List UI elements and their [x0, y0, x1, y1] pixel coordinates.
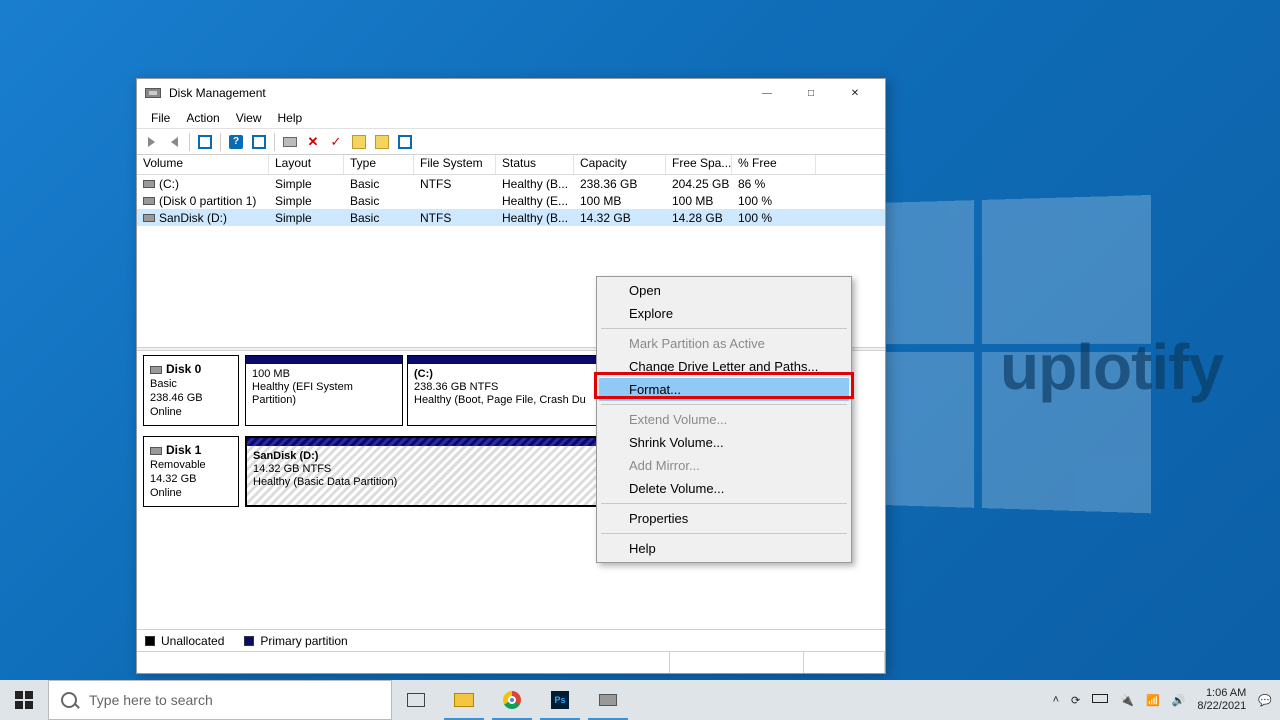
search-box[interactable]: Type here to search [48, 680, 392, 720]
search-icon [61, 692, 77, 708]
ctx-change-letter[interactable]: Change Drive Letter and Paths... [599, 355, 849, 378]
ctx-extend: Extend Volume... [599, 408, 849, 431]
col-capacity[interactable]: Capacity [574, 155, 666, 174]
col-volume[interactable]: Volume [137, 155, 269, 174]
taskbar-diskmgmt-icon[interactable] [584, 680, 632, 720]
col-layout[interactable]: Layout [269, 155, 344, 174]
menu-view[interactable]: View [228, 109, 270, 127]
tray-wifi-icon[interactable]: 📶 [1146, 694, 1160, 707]
ctx-format[interactable]: Format... [599, 378, 849, 401]
legend-primary: Primary partition [260, 634, 347, 648]
toolbar: ? ✕ ✓ [137, 129, 885, 155]
menu-action[interactable]: Action [178, 109, 227, 127]
tool-grid-icon[interactable] [249, 132, 269, 152]
forward-button[interactable] [164, 132, 184, 152]
partition[interactable]: 100 MBHealthy (EFI System Partition) [245, 355, 403, 426]
back-button[interactable] [141, 132, 161, 152]
ctx-properties[interactable]: Properties [599, 507, 849, 530]
col-fs[interactable]: File System [414, 155, 496, 174]
tool-drive-icon[interactable] [280, 132, 300, 152]
minimize-button[interactable]: — [745, 79, 789, 107]
menu-help[interactable]: Help [270, 109, 311, 127]
ctx-help[interactable]: Help [599, 537, 849, 560]
taskbar: Type here to search Ps ˄ ⟳ 🔌 📶 🔊 1:06 AM… [0, 680, 1280, 720]
col-type[interactable]: Type [344, 155, 414, 174]
table-row[interactable]: SanDisk (D:)SimpleBasicNTFSHealthy (B...… [137, 209, 885, 226]
context-menu: Open Explore Mark Partition as Active Ch… [596, 276, 852, 563]
menu-file[interactable]: File [143, 109, 178, 127]
ctx-mark-active: Mark Partition as Active [599, 332, 849, 355]
ctx-mirror: Add Mirror... [599, 454, 849, 477]
table-row[interactable]: (Disk 0 partition 1)SimpleBasicHealthy (… [137, 192, 885, 209]
app-icon [145, 88, 161, 98]
tool-refresh-icon[interactable] [195, 132, 215, 152]
col-pctfree[interactable]: % Free [732, 155, 816, 174]
tool-help-icon[interactable]: ? [226, 132, 246, 152]
window-title: Disk Management [169, 86, 266, 100]
taskbar-photoshop-icon[interactable]: Ps [536, 680, 584, 720]
task-view-icon[interactable] [392, 680, 440, 720]
legend-swatch-unallocated [145, 636, 155, 646]
tool-delete-icon[interactable]: ✕ [303, 132, 323, 152]
titlebar[interactable]: Disk Management — □ ✕ [137, 79, 885, 107]
tray-chevron-icon[interactable]: ˄ [1053, 694, 1059, 706]
close-button[interactable]: ✕ [833, 79, 877, 107]
tray-date: 8/22/2021 [1197, 700, 1246, 713]
tray-notifications-icon[interactable]: 💬 [1258, 694, 1272, 707]
watermark: uplotify [1000, 330, 1223, 404]
table-row[interactable]: (C:)SimpleBasicNTFSHealthy (B...238.36 G… [137, 175, 885, 192]
search-placeholder: Type here to search [89, 692, 213, 708]
legend: Unallocated Primary partition [137, 629, 885, 651]
statusbar [137, 651, 885, 673]
tool-new1-icon[interactable] [349, 132, 369, 152]
tray-clock[interactable]: 1:06 AM 8/22/2021 [1197, 687, 1246, 713]
ctx-delete[interactable]: Delete Volume... [599, 477, 849, 500]
tool-check-icon[interactable]: ✓ [326, 132, 346, 152]
ctx-explore[interactable]: Explore [599, 302, 849, 325]
col-free[interactable]: Free Spa... [666, 155, 732, 174]
start-button[interactable] [0, 680, 48, 720]
tool-new2-icon[interactable] [372, 132, 392, 152]
tray-sync-icon[interactable]: ⟳ [1071, 694, 1080, 707]
system-tray: ˄ ⟳ 🔌 📶 🔊 1:06 AM 8/22/2021 💬 [1045, 687, 1280, 713]
disk-label[interactable]: Disk 0Basic238.46 GBOnline [143, 355, 239, 426]
legend-swatch-primary [244, 636, 254, 646]
taskbar-explorer-icon[interactable] [440, 680, 488, 720]
tool-props-icon[interactable] [395, 132, 415, 152]
ctx-open[interactable]: Open [599, 279, 849, 302]
maximize-button[interactable]: □ [789, 79, 833, 107]
tray-battery-icon[interactable] [1092, 694, 1108, 706]
col-status[interactable]: Status [496, 155, 574, 174]
menubar: File Action View Help [137, 107, 885, 129]
ctx-shrink[interactable]: Shrink Volume... [599, 431, 849, 454]
tray-time: 1:06 AM [1197, 687, 1246, 700]
tray-volume-icon[interactable]: 🔊 [1172, 694, 1186, 707]
volume-list-header: Volume Layout Type File System Status Ca… [137, 155, 885, 175]
legend-unallocated: Unallocated [161, 634, 224, 648]
tray-power-icon[interactable]: 🔌 [1120, 694, 1134, 707]
disk-label[interactable]: Disk 1Removable14.32 GBOnline [143, 436, 239, 507]
task-icons: Ps [392, 680, 632, 720]
taskbar-chrome-icon[interactable] [488, 680, 536, 720]
